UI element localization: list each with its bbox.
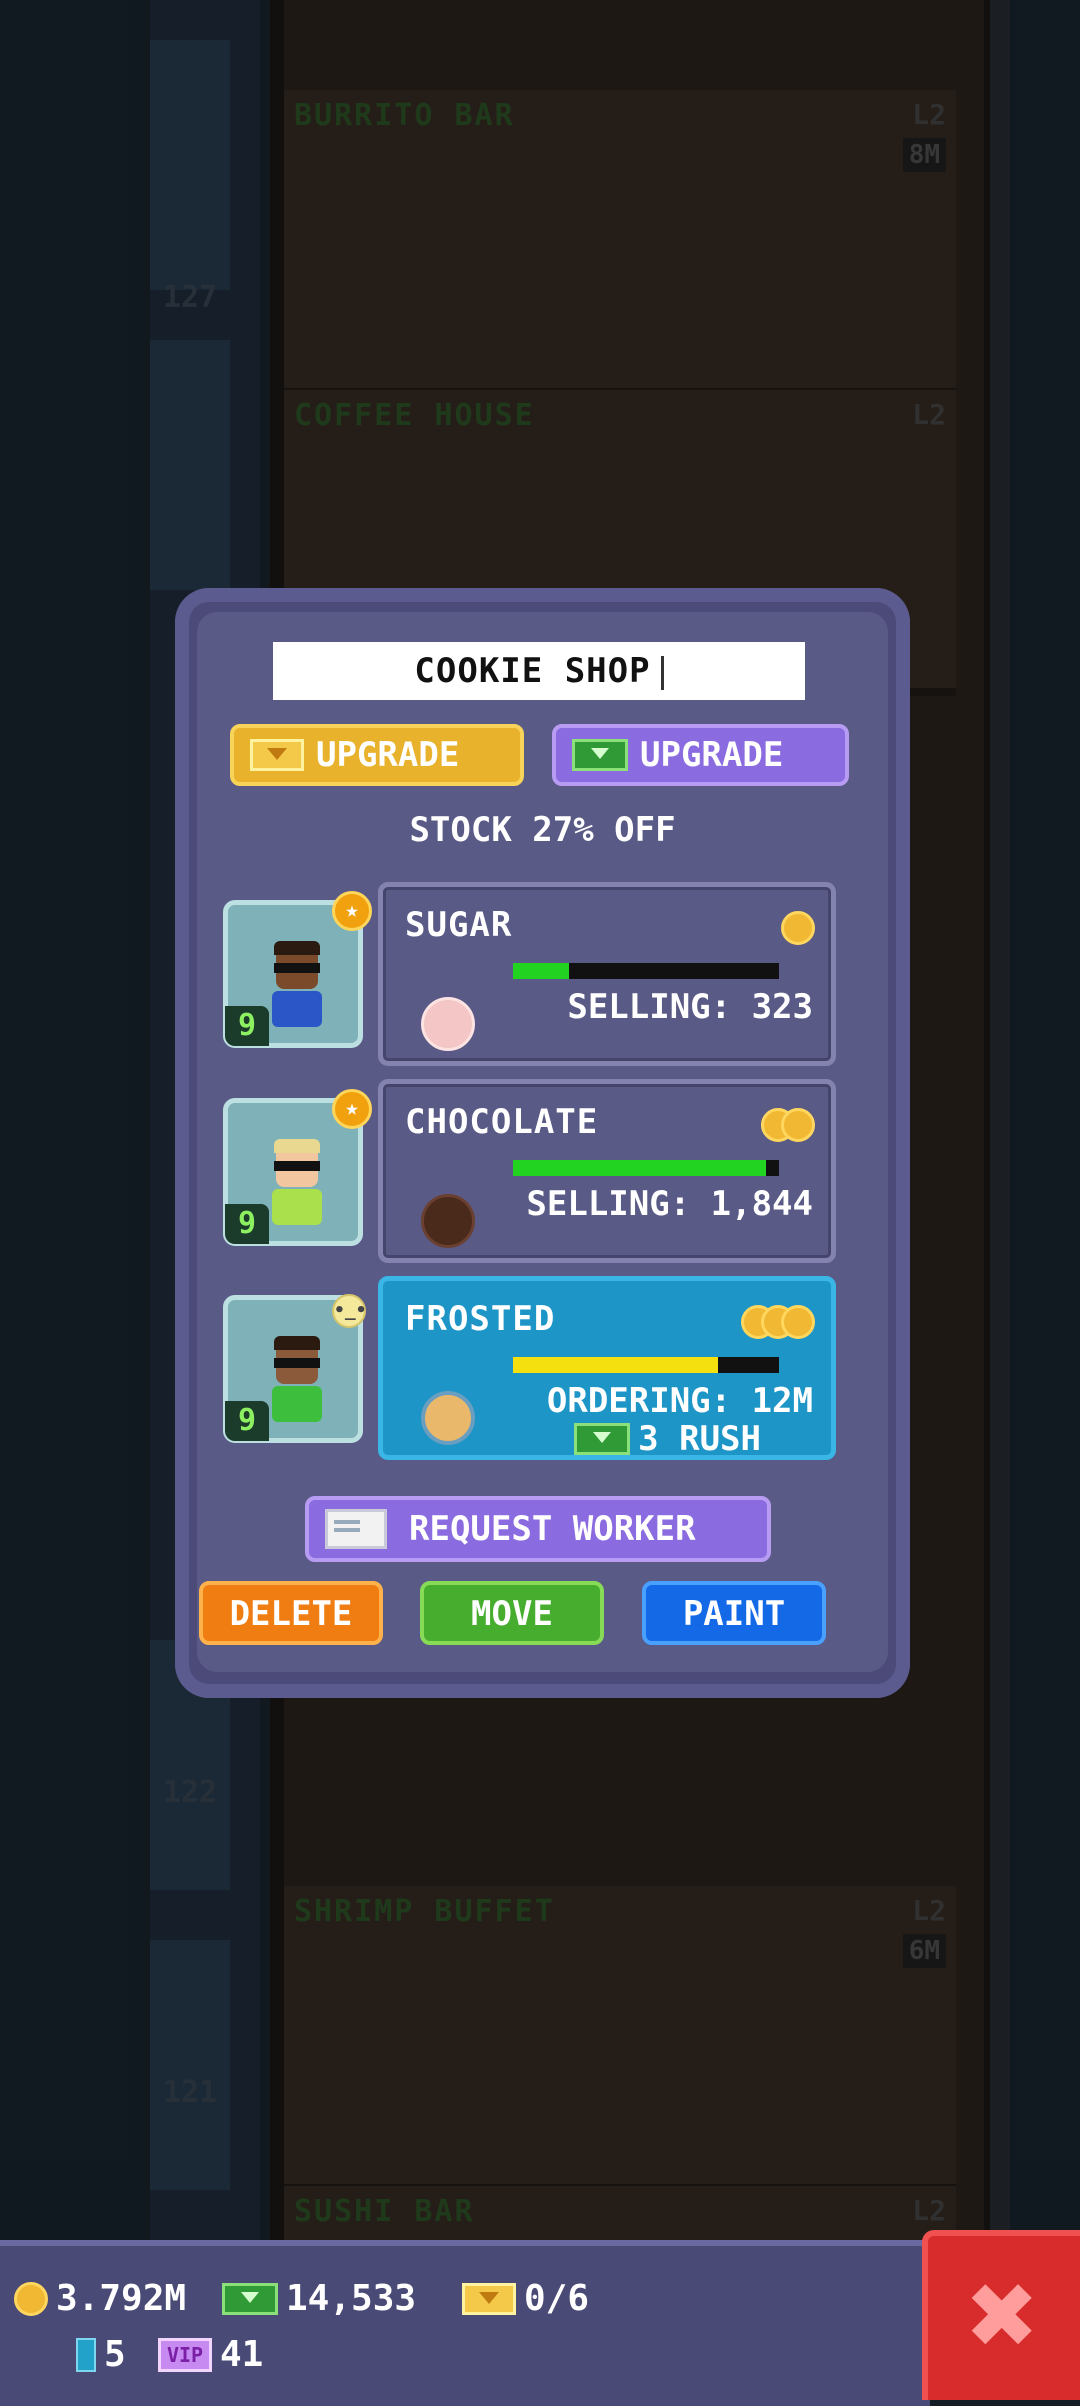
product-status: SELLING: 1,844 (526, 1184, 813, 1224)
tower-bux-icon (572, 739, 628, 771)
coins-value: 3.792M (56, 2278, 187, 2319)
product-progress-bar (513, 963, 779, 979)
paint-button[interactable]: PAINT (642, 1581, 826, 1645)
product-status: ORDERING: 12M (546, 1381, 813, 1421)
coin-tier-icon (761, 1108, 815, 1142)
rush-button[interactable]: 3 RUSH (574, 1419, 761, 1459)
rush-label: 3 RUSH (638, 1419, 761, 1459)
gems-stat: 5 (76, 2334, 126, 2375)
progress-fill (513, 1357, 718, 1373)
store-name-text: COOKIE SHOP (414, 651, 651, 691)
tower-bux-icon (574, 1423, 631, 1455)
coin-tier-icon (781, 911, 815, 945)
dream-job-star-icon: ★ (332, 891, 372, 931)
worker-level-badge: 9 (225, 1006, 269, 1046)
upgrade-bux-button[interactable]: UPGRADE (552, 724, 849, 786)
close-button[interactable]: ✖ (922, 2230, 1080, 2400)
worker-slot-2[interactable]: 9 ★ (223, 1089, 372, 1246)
worker-slot-3[interactable]: 9 •_• (223, 1294, 367, 1443)
upgrade-bux-label: UPGRADE (640, 735, 784, 775)
product-progress-bar (513, 1160, 779, 1176)
coins-stat: 3.792M (14, 2278, 186, 2319)
worker-avatar (266, 1139, 326, 1231)
product-name: SUGAR (405, 905, 513, 945)
product-slot-frosted[interactable]: FROSTED ORDERING: 12M 3 RUSH (378, 1276, 836, 1460)
worker-avatar (266, 1336, 326, 1428)
product-slot-chocolate[interactable]: CHOCOLATE SELLING: 1,844 (378, 1079, 836, 1263)
vip-badge-icon: VIP (158, 2337, 212, 2372)
bux-stat: 14,533 (222, 2278, 416, 2319)
vip-coupon-icon (462, 2282, 516, 2315)
worker-level-badge: 9 (225, 1401, 269, 1441)
move-button[interactable]: MOVE (420, 1581, 604, 1645)
close-icon: ✖ (964, 2264, 1040, 2369)
envelope-icon (325, 1509, 387, 1549)
vip-ticket-stat: 0/6 (462, 2278, 589, 2319)
vip-count-value: 41 (220, 2334, 264, 2375)
product-slot-sugar[interactable]: SUGAR SELLING: 323 (378, 882, 836, 1066)
tower-bux-icon (222, 2282, 278, 2315)
product-progress-bar (513, 1357, 779, 1373)
gems-value: 5 (104, 2334, 126, 2375)
progress-fill (513, 1160, 766, 1176)
stock-discount-text: STOCK 27% OFF (409, 810, 676, 850)
bux-value: 14,533 (286, 2278, 417, 2319)
store-dialog: COOKIE SHOP UPGRADE UPGRADE STOCK 27% OF… (175, 588, 910, 1698)
coin-icon (14, 2281, 48, 2316)
progress-fill (513, 963, 569, 979)
resource-bar: 3.792M 14,533 0/6 5 VIP 41 (0, 2240, 930, 2406)
request-worker-button[interactable]: REQUEST WORKER (305, 1496, 771, 1562)
gem-icon (76, 2337, 96, 2372)
neutral-face-icon: •_• (332, 1294, 367, 1328)
product-status: SELLING: 323 (567, 987, 813, 1027)
upgrade-coins-button[interactable]: UPGRADE (230, 724, 524, 786)
coin-tier-icon (741, 1305, 815, 1339)
vip-ticket-value: 0/6 (524, 2278, 590, 2319)
worker-avatar (266, 941, 326, 1033)
dream-job-star-icon: ★ (332, 1089, 372, 1129)
text-caret (660, 655, 664, 690)
upgrade-coins-label: UPGRADE (316, 735, 460, 775)
worker-slot-1[interactable]: 9 ★ (223, 891, 372, 1048)
product-name: CHOCOLATE (405, 1102, 599, 1142)
request-worker-label: REQUEST WORKER (409, 1509, 696, 1549)
product-name: FROSTED (405, 1299, 556, 1339)
worker-level-badge: 9 (225, 1204, 269, 1244)
vip-coupon-icon (250, 739, 304, 771)
delete-button[interactable]: DELETE (199, 1581, 383, 1645)
store-name-input[interactable]: COOKIE SHOP (273, 642, 805, 700)
vip-stat: VIP 41 (158, 2334, 263, 2375)
